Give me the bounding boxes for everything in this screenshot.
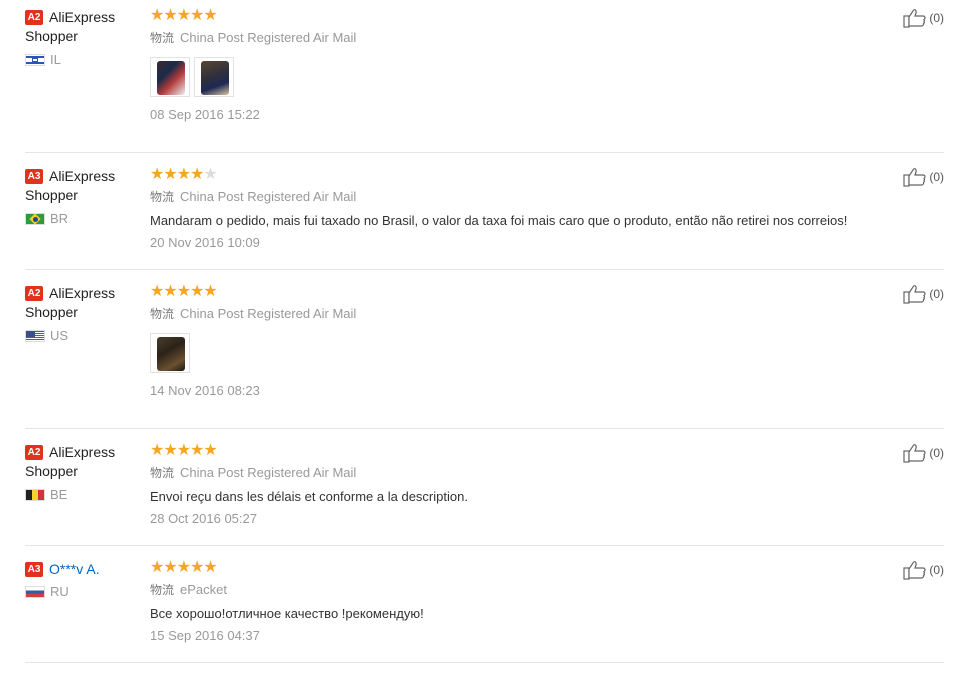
review-text: Все хорошо!отличное качество !рекомендую… xyxy=(150,606,424,621)
reviewer-name: A2 AliExpress Shopper xyxy=(25,444,116,479)
star-icon: ★ xyxy=(163,7,177,24)
buyer-level-badge: A2 xyxy=(25,10,43,25)
logistics-info: 物流 ePacket xyxy=(150,582,227,598)
star-icon: ★ xyxy=(176,283,191,300)
star-icon: ★ xyxy=(150,166,164,183)
review-content: ★★★★★ 物流 China Post Registered Air Mail 1… xyxy=(150,284,890,398)
like-count: (0) xyxy=(929,563,944,577)
reviewer-info: A2 AliExpress Shopper BE xyxy=(25,443,145,502)
review-item: A3 AliExpress Shopper BR ★★★★★ 物流 China Po… xyxy=(25,167,944,270)
review-date: 28 Oct 2016 05:27 xyxy=(150,511,257,526)
review-content: ★★★★★ 物流 China Post Registered Air Mail M… xyxy=(150,167,890,250)
flag-be-icon xyxy=(25,489,45,501)
flag-il-icon xyxy=(25,54,45,66)
buyer-level-badge: A3 xyxy=(25,562,43,577)
thumbs-up-icon xyxy=(903,561,926,580)
review-item: A2 AliExpress Shopper US ★★★★★ 物流 China Po… xyxy=(25,284,944,429)
review-item: A2 AliExpress Shopper BE ★★★★★ 物流 China Po… xyxy=(25,443,944,546)
star-rating: ★★★★★ xyxy=(150,560,890,578)
reviewer-country: US xyxy=(25,329,145,343)
star-icon: ★ xyxy=(190,166,204,183)
buyer-level-badge: A3 xyxy=(25,169,43,184)
review-item: A2 AliExpress Shopper IL ★★★★★ 物流 China Po… xyxy=(25,8,944,153)
reviewer-name-link[interactable]: A3 O***v A. xyxy=(25,560,145,579)
reviewer-name: A2 AliExpress Shopper xyxy=(25,285,116,320)
logistics-info: 物流 China Post Registered Air Mail xyxy=(150,30,357,46)
star-icon: ★ xyxy=(203,7,217,24)
buyer-level-badge: A2 xyxy=(25,445,43,460)
star-icon: ★ xyxy=(176,7,191,24)
flag-br-icon xyxy=(25,213,45,225)
reviewer-country: RU xyxy=(25,585,145,599)
like-count: (0) xyxy=(929,170,944,184)
star-icon: ★ xyxy=(190,7,204,24)
like-button[interactable]: (0) xyxy=(903,167,944,187)
review-photo-thumbnail[interactable] xyxy=(150,57,190,97)
like-button[interactable]: (0) xyxy=(903,560,944,580)
star-icon: ★ xyxy=(163,283,177,300)
star-icon: ★ xyxy=(150,7,164,24)
reviewer-country: BR xyxy=(25,212,145,226)
like-button[interactable]: (0) xyxy=(903,284,944,304)
star-icon: ★ xyxy=(163,442,177,459)
like-count: (0) xyxy=(929,287,944,301)
star-icon: ★ xyxy=(203,166,217,183)
star-rating: ★★★★★ xyxy=(150,167,890,185)
star-icon: ★ xyxy=(176,559,191,576)
flag-us-icon xyxy=(25,330,45,342)
review-date: 15 Sep 2016 04:37 xyxy=(150,628,260,643)
review-date: 20 Nov 2016 10:09 xyxy=(150,235,260,250)
review-text: Mandaram o pedido, mais fui taxado no Br… xyxy=(150,213,848,228)
review-feed: A2 AliExpress Shopper IL ★★★★★ 物流 China Po… xyxy=(0,0,974,677)
logistics-info: 物流 China Post Registered Air Mail xyxy=(150,189,357,205)
star-icon: ★ xyxy=(176,166,191,183)
reviewer-name: A3 AliExpress Shopper xyxy=(25,168,116,203)
review-photo-thumbnail[interactable] xyxy=(194,57,234,97)
reviewer-info: A3 AliExpress Shopper BR xyxy=(25,167,145,226)
thumbs-up-icon xyxy=(903,9,926,28)
logistics-info: 物流 China Post Registered Air Mail xyxy=(150,465,357,481)
star-rating: ★★★★★ xyxy=(150,8,890,26)
like-button[interactable]: (0) xyxy=(903,8,944,28)
review-photos xyxy=(150,57,890,99)
star-icon: ★ xyxy=(150,283,164,300)
star-icon: ★ xyxy=(150,559,164,576)
buyer-level-badge: A2 xyxy=(25,286,43,301)
like-button[interactable]: (0) xyxy=(903,443,944,463)
star-icon: ★ xyxy=(176,442,191,459)
reviewer-country: IL xyxy=(25,53,145,67)
review-content: ★★★★★ 物流 China Post Registered Air Mail 0… xyxy=(150,8,890,122)
star-icon: ★ xyxy=(190,283,204,300)
review-content: ★★★★★ 物流 ePacket Все хорошо!отличное каче… xyxy=(150,560,890,643)
flag-ru-icon xyxy=(25,586,45,598)
reviewer-info: A3 O***v A. RU xyxy=(25,560,145,599)
thumbs-up-icon xyxy=(903,444,926,463)
star-icon: ★ xyxy=(163,166,177,183)
thumbs-up-icon xyxy=(903,168,926,187)
reviewer-info: A2 AliExpress Shopper US xyxy=(25,284,145,343)
review-text: Envoi reçu dans les délais et conforme a… xyxy=(150,489,468,504)
reviewer-country: BE xyxy=(25,488,145,502)
logistics-info: 物流 China Post Registered Air Mail xyxy=(150,306,357,322)
review-date: 08 Sep 2016 15:22 xyxy=(150,107,260,122)
review-content: ★★★★★ 物流 China Post Registered Air Mail E… xyxy=(150,443,890,526)
reviewer-name: A2 AliExpress Shopper xyxy=(25,9,116,44)
review-date: 14 Nov 2016 08:23 xyxy=(150,383,260,398)
star-icon: ★ xyxy=(190,442,204,459)
star-icon: ★ xyxy=(150,442,164,459)
star-icon: ★ xyxy=(163,559,177,576)
thumbs-up-icon xyxy=(903,285,926,304)
star-icon: ★ xyxy=(203,283,217,300)
like-count: (0) xyxy=(929,11,944,25)
star-rating: ★★★★★ xyxy=(150,443,890,461)
review-photo-thumbnail[interactable] xyxy=(150,333,190,373)
like-count: (0) xyxy=(929,446,944,460)
star-rating: ★★★★★ xyxy=(150,284,890,302)
star-icon: ★ xyxy=(203,559,217,576)
reviewer-info: A2 AliExpress Shopper IL xyxy=(25,8,145,67)
review-item: A3 O***v A. RU ★★★★★ 物流 ePacket Все хорошо… xyxy=(25,560,944,663)
review-photos xyxy=(150,333,890,375)
star-icon: ★ xyxy=(190,559,204,576)
star-icon: ★ xyxy=(203,442,217,459)
